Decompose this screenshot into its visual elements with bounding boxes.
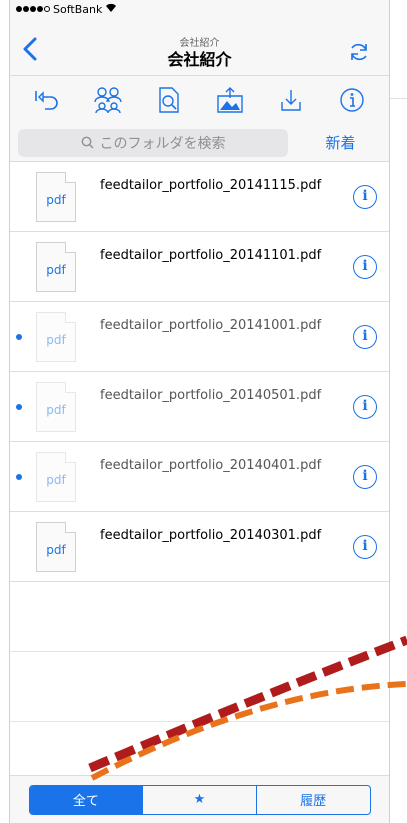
file-name: feedtailor_portfolio_20141115.pdf [100,178,322,193]
thumb-label: pdf [46,193,66,207]
unread-dot [16,334,22,340]
nav-subtitle: 会社紹介 [179,38,220,49]
file-row[interactable]: pdf feedtailor_portfolio_20140501.pdf i [10,372,389,442]
share-users-button[interactable] [92,84,124,116]
segment-1[interactable]: ★ [142,785,256,814]
carrier-name: SoftBank [53,2,103,16]
pdf-file-icon: pdf [36,312,76,362]
file-name: feedtailor_portfolio_20140501.pdf [100,388,322,403]
file-name: feedtailor_portfolio_20140401.pdf [100,458,322,473]
pdf-file-icon: pdf [36,382,76,432]
undo-icon [34,91,58,110]
thumb-label: pdf [46,543,66,557]
file-row[interactable]: pdf feedtailor_portfolio_20141101.pdf i [10,232,389,302]
image-upload-button[interactable] [214,84,246,116]
file-row[interactable]: pdf feedtailor_portfolio_20141001.pdf i [10,302,389,372]
thumb-label: pdf [46,333,66,347]
file-info-icon[interactable]: i [353,325,377,349]
pdf-file-icon: pdf [36,522,76,572]
refresh-icon [351,43,367,61]
thumb-label: pdf [46,403,66,417]
file-info-icon[interactable]: i [353,255,377,279]
refresh-button[interactable] [347,40,371,64]
filter-segmented-control: 全て ★ 履歴 [28,784,371,815]
signal-strength-icon [16,6,50,12]
document-search-button[interactable] [153,84,185,116]
file-info-icon[interactable]: i [353,185,377,209]
pdf-file-icon: pdf [36,172,76,222]
file-row[interactable]: pdf feedtailor_portfolio_20140401.pdf i [10,442,389,512]
image-upload-icon [217,87,243,113]
unread-dot [16,404,22,410]
segment-0[interactable]: 全て [29,785,143,814]
navigation-bar: 会社紹介 会社紹介 [10,18,389,76]
search-icon [81,136,93,149]
search-placeholder: このフォルダを検索 [99,135,226,152]
file-info-icon[interactable]: i [353,535,377,559]
unread-dot [16,474,22,480]
search-input[interactable]: このフォルダを検索 [18,128,288,157]
wifi-icon [105,3,117,16]
segment-2[interactable]: 履歴 [255,785,370,814]
thumb-label: pdf [46,473,66,487]
phone-screen: SoftBank 会社紹介 会社紹介 このフォルダを検索 新着 pdf feed… [9,0,390,823]
undo-button[interactable] [31,84,63,116]
file-row[interactable]: pdf feedtailor_portfolio_20141115.pdf i [10,162,389,232]
file-info-icon[interactable]: i [353,465,377,489]
download-icon [281,90,301,111]
page-title: 会社紹介 [167,50,232,69]
file-name: feedtailor_portfolio_20140301.pdf [100,528,322,543]
file-name: feedtailor_portfolio_20141101.pdf [100,248,322,263]
divider [390,98,407,99]
folder-info-button[interactable] [336,84,368,116]
file-list: pdf feedtailor_portfolio_20141115.pdf i pdf… [10,162,389,823]
empty-list-row [10,582,389,652]
toolbar [10,76,389,124]
people-icon [94,87,122,114]
nav-titles: 会社紹介 会社紹介 [10,38,389,70]
bottom-bar: 全て ★ 履歴 [10,775,389,823]
file-info-icon[interactable]: i [353,395,377,419]
pdf-file-icon: pdf [36,242,76,292]
new-items-button[interactable]: 新着 [300,132,381,153]
info-icon [340,88,365,112]
file-name: feedtailor_portfolio_20141001.pdf [100,318,322,333]
empty-list-row [10,652,389,722]
file-row[interactable]: pdf feedtailor_portfolio_20140301.pdf i [10,512,389,582]
thumb-label: pdf [46,263,66,277]
document-search-icon [159,87,179,113]
download-button[interactable] [275,84,307,116]
status-bar: SoftBank [10,0,389,18]
detail-pane [390,0,407,823]
pdf-file-icon: pdf [36,452,76,502]
search-row: このフォルダを検索 新着 [10,124,389,162]
